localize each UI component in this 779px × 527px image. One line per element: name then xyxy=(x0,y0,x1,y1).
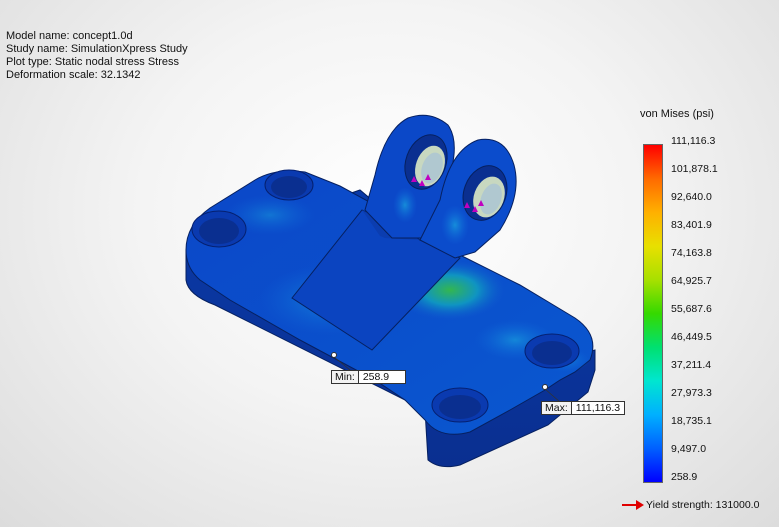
legend-tick-label: 101,878.1 xyxy=(671,163,718,175)
max-label: Max: xyxy=(542,402,572,414)
legend-tick-label: 55,687.6 xyxy=(671,303,712,315)
min-label: Min: xyxy=(332,371,359,383)
mounting-hole xyxy=(431,387,489,423)
mounting-hole xyxy=(524,333,580,369)
legend-tick-label: 37,211.4 xyxy=(671,359,712,371)
legend-tick-label: 92,640.0 xyxy=(671,191,712,203)
legend-tick-label: 27,973.3 xyxy=(671,387,712,399)
legend-tick-label: 111,116.3 xyxy=(671,135,716,147)
legend-tick-label: 64,925.7 xyxy=(671,275,712,287)
min-probe-label[interactable]: Min: 258.9 xyxy=(331,370,406,384)
min-value: 258.9 xyxy=(358,371,405,383)
legend-tick-label: 18,735.1 xyxy=(671,415,712,427)
legend-tick-label: 74,163.8 xyxy=(671,247,712,259)
legend-tick-label: 9,497.0 xyxy=(671,443,707,455)
mounting-hole xyxy=(191,210,247,248)
max-probe-label[interactable]: Max: 111,116.3 xyxy=(541,401,626,415)
yield-strength-indicator: Yield strength: 131000.0 xyxy=(622,499,759,511)
yield-strength-text: Yield strength: 131000.0 xyxy=(646,499,760,511)
legend-tick-label: 258.9 xyxy=(671,471,698,483)
yield-arrow-icon xyxy=(622,500,644,510)
legend-tick-label: 83,401.9 xyxy=(671,219,712,231)
legend-title: von Mises (psi) xyxy=(640,108,714,120)
legend-tick-label: 46,449.5 xyxy=(671,331,712,343)
max-value: 111,116.3 xyxy=(571,402,625,414)
mounting-hole xyxy=(264,169,314,201)
color-legend-bar xyxy=(643,144,663,483)
